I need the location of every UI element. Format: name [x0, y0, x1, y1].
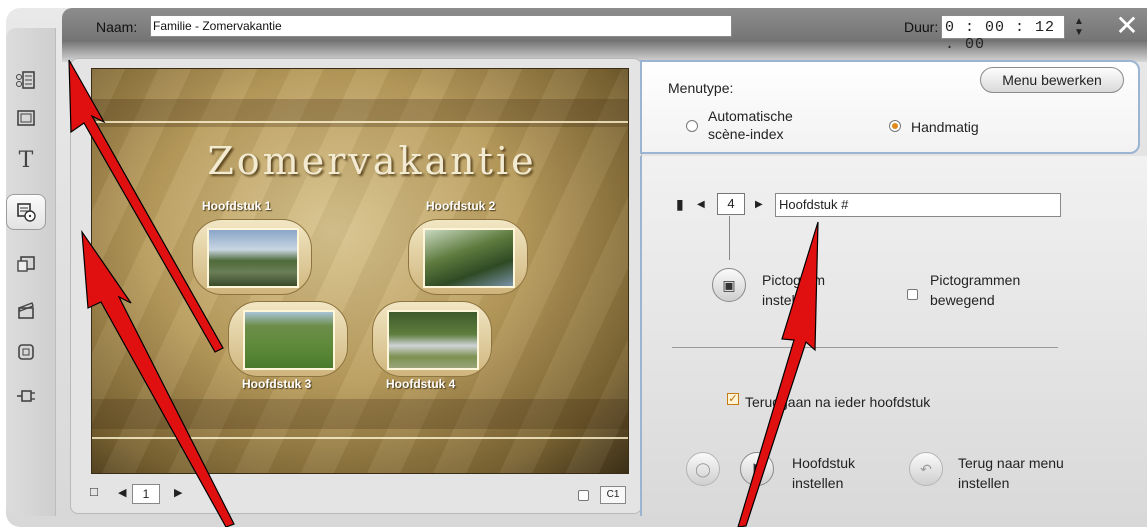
next-page-icon[interactable]: ▶: [174, 486, 182, 499]
preview-line-bottom: [92, 437, 628, 439]
safe-area-checkbox[interactable]: [578, 490, 589, 501]
animated-thumbnails-label-line2[interactable]: bewegend: [930, 292, 995, 309]
chapter-button-3[interactable]: Hoofdstuk 3: [242, 377, 362, 391]
set-return-label-line2: instellen: [958, 475, 1010, 491]
radio-automatic-label-line1[interactable]: Automatische: [708, 108, 793, 125]
flag-icon: ⚑: [750, 460, 764, 477]
edit-menu-button[interactable]: Menu bewerken: [980, 67, 1124, 93]
preview-band-bottom: [92, 399, 628, 429]
chapter-marker-icon: ▮: [676, 196, 684, 212]
set-thumbnail-button[interactable]: ▣: [712, 268, 746, 302]
chapter-thumb-frame: [228, 301, 348, 377]
menutype-label: Menutype:: [668, 80, 734, 96]
chapter-label: Hoofdstuk 2: [426, 199, 496, 213]
radio-automatic[interactable]: [686, 120, 698, 132]
chapter-label: Hoofdstuk 1: [202, 199, 272, 213]
transition-icon[interactable]: [6, 246, 46, 282]
return-arrow-icon: ↶: [920, 460, 932, 477]
square-overlay-icon[interactable]: [6, 334, 46, 370]
name-label: Naam:: [96, 19, 138, 35]
chapter-thumbnail: [423, 228, 515, 288]
clapperboard-icon[interactable]: [6, 292, 46, 328]
audio-plug-icon[interactable]: [6, 378, 46, 414]
chapter-label: Hoofdstuk 4: [386, 377, 456, 391]
chapter-thumb-frame: [192, 219, 312, 295]
return-after-chapter-checkbox[interactable]: ✓: [727, 393, 739, 405]
close-button[interactable]: ✕: [1112, 12, 1142, 42]
duration-input[interactable]: 0 : 00 : 12 . 00: [941, 15, 1065, 53]
set-return-label-line1: Terug naar menu: [958, 455, 1064, 471]
chapter-name-input[interactable]: Hoofdstuk #: [775, 193, 1061, 217]
page-number-input[interactable]: 1: [132, 484, 160, 504]
set-return-button[interactable]: ↶: [909, 452, 943, 486]
menu-title[interactable]: Zomervakantie: [202, 139, 542, 183]
set-thumbnail-label-line2: instellen: [762, 292, 814, 308]
menu-preview[interactable]: Zomervakantie Hoofdstuk 1 Hoofdstuk 2 Ho…: [91, 68, 629, 474]
page-icon: □: [90, 484, 98, 499]
name-input[interactable]: Familie - Zomervakantie: [150, 15, 732, 37]
link-chapter-button[interactable]: ◯: [686, 452, 720, 486]
radio-manual[interactable]: [889, 120, 901, 132]
preview-line-top: [92, 121, 628, 123]
chapter-thumbnail: [387, 310, 479, 370]
next-chapter-icon[interactable]: ▶: [755, 199, 763, 210]
chapter-label: Hoofdstuk 3: [242, 377, 312, 391]
duration-spinner[interactable]: ▲ ▼: [1068, 14, 1090, 40]
spin-down-icon[interactable]: ▼: [1074, 27, 1084, 38]
chapter-thumbnail: [207, 228, 299, 288]
chapter-button-1[interactable]: Hoofdstuk 1: [202, 199, 322, 213]
chapter-thumb-frame: [372, 301, 492, 377]
prev-chapter-icon[interactable]: ◀: [697, 199, 705, 210]
chapter-number-input[interactable]: 4: [717, 193, 745, 215]
title-text-icon[interactable]: T: [6, 142, 46, 178]
separator: [672, 347, 1058, 348]
set-chapter-label-line1: Hoofdstuk: [792, 455, 856, 471]
set-chapter-label-line2: instellen: [792, 475, 844, 491]
chapter-thumbnail: [243, 310, 335, 370]
animated-thumbnails-label-line1[interactable]: Pictogrammen: [930, 272, 1020, 289]
chapter-button-4[interactable]: Hoofdstuk 4: [386, 377, 506, 391]
chapter-link-badge[interactable]: C1: [600, 486, 626, 504]
chapter-button-2[interactable]: Hoofdstuk 2: [426, 199, 546, 213]
set-chapter-button[interactable]: ⚑: [740, 452, 774, 486]
chapter-thumb-frame: [408, 219, 528, 295]
spin-up-icon[interactable]: ▲: [1074, 16, 1084, 27]
radio-manual-label[interactable]: Handmatig: [911, 119, 979, 136]
radio-automatic-label-line2[interactable]: scène-index: [708, 126, 784, 143]
return-after-chapter-label[interactable]: Teruggaan na ieder hoofdstuk: [745, 394, 930, 411]
speech-bubble-icon: ◯: [695, 460, 711, 477]
animated-thumbnails-checkbox[interactable]: [907, 289, 918, 300]
disc-menu-icon[interactable]: [6, 194, 46, 230]
set-thumbnail-label-line1: Pictogram: [762, 272, 826, 288]
image-frame-icon[interactable]: [6, 100, 46, 136]
prev-page-icon[interactable]: ◀: [118, 486, 126, 499]
video-clip-icon[interactable]: [6, 62, 46, 98]
duration-label: Duur:: [904, 19, 939, 35]
connector-line: [729, 216, 730, 260]
film-frame-icon: ▣: [722, 276, 736, 293]
